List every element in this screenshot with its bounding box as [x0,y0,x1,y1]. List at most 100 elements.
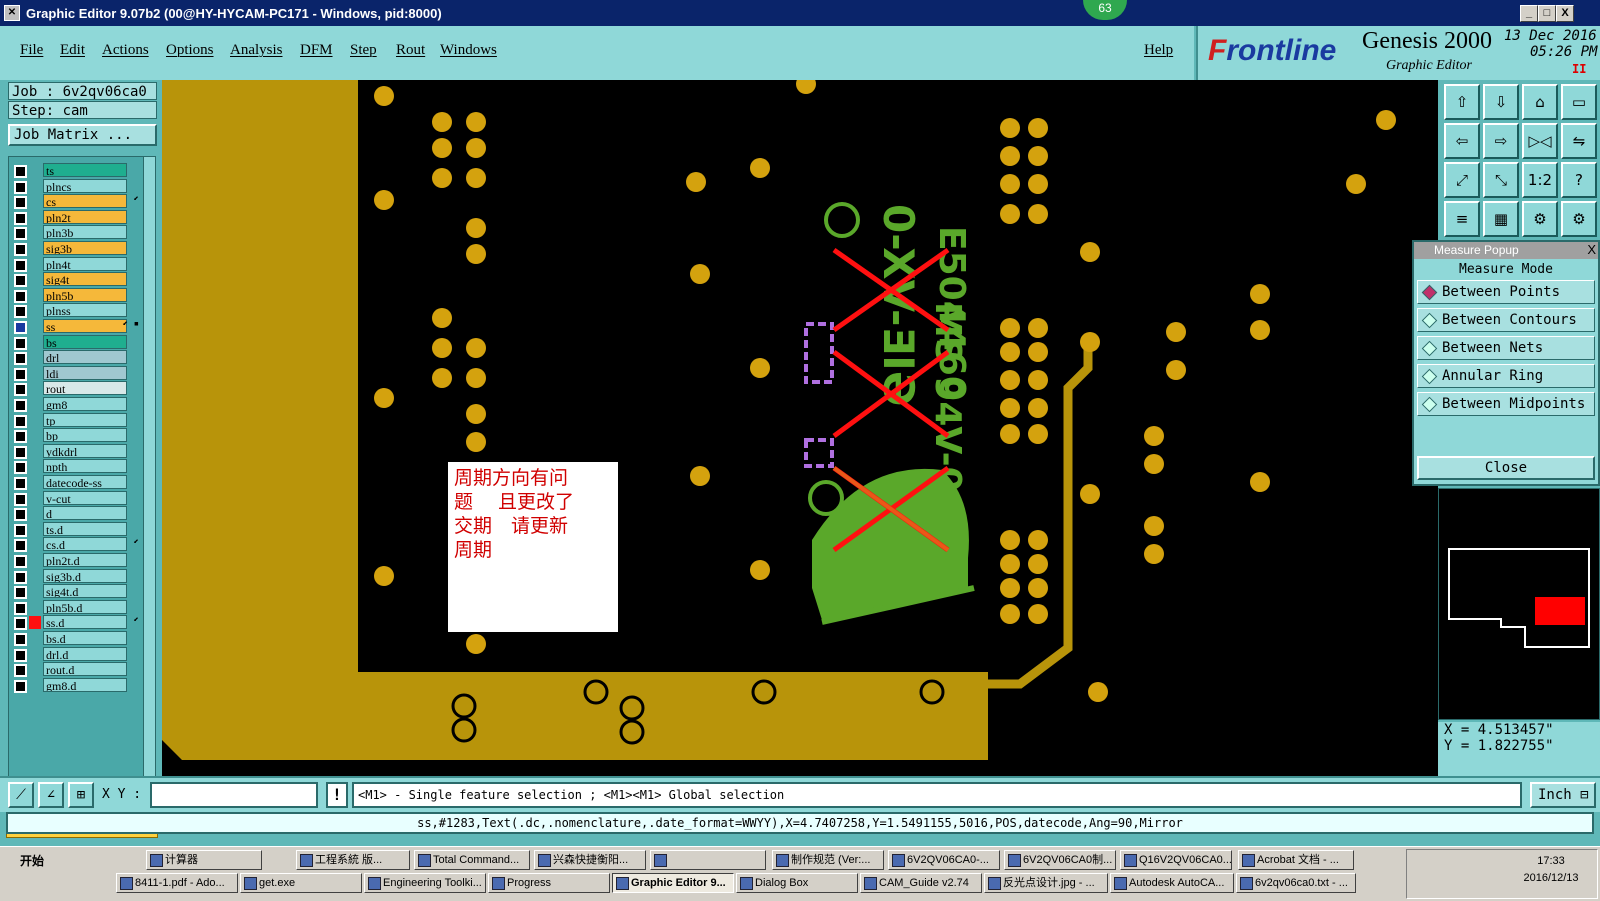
pan-left-icon[interactable]: ⇦ [1444,123,1480,159]
zoom-home-icon[interactable]: ⇧ [1444,84,1480,120]
menu-rout[interactable]: Rout [396,42,425,59]
layer-checkbox[interactable] [14,477,27,490]
layer-name[interactable]: gm8 [43,397,127,411]
layer-row-pln5b[interactable]: pln5b [9,287,143,303]
angle-icon[interactable]: ∠ [38,782,64,808]
grid-icon[interactable]: ⊞ [68,782,94,808]
close-button[interactable]: X [1556,5,1574,22]
layer-checkbox[interactable] [14,211,27,225]
layer-name[interactable]: drl.d [43,646,127,661]
menu-dfm[interactable]: DFM [300,42,333,59]
layer-checkbox[interactable] [14,461,27,475]
minimize-button[interactable]: _ [1520,5,1538,22]
taskbar-item[interactable]: Progress [488,873,610,893]
layer-name[interactable]: gm8.d [43,677,127,692]
layer-name[interactable]: ydkdrl [43,443,127,458]
layer-row-sig3b[interactable]: sig3b [9,241,143,256]
layer-row-v-cut[interactable]: v-cut [9,490,143,506]
layer-name[interactable]: ss.d [43,615,127,630]
layer-row-rout-d[interactable]: rout.d [9,662,143,678]
taskbar-item[interactable]: 兴森快捷衡阳... [534,850,646,870]
layer-name[interactable]: pln5b [43,287,127,302]
layer-checkbox[interactable] [14,430,27,444]
layer-checkbox[interactable] [14,570,27,584]
taskbar-item[interactable]: Acrobat 文档 - ... [1238,850,1354,870]
zoom-in-icon[interactable]: ⤢ [1444,162,1480,198]
layer-checkbox[interactable] [14,617,27,631]
layer-name[interactable]: sig3b.d [43,568,127,583]
taskbar-item[interactable]: 计算器 [146,850,262,870]
pause-icon[interactable]: II [1572,62,1586,76]
layer-row-cs[interactable]: cs ⬋ [9,194,143,210]
layer-row-bp[interactable]: bp [9,428,143,444]
layer-name[interactable]: cs [43,194,127,209]
layer-row-drl-d[interactable]: drl.d [9,646,143,662]
layer-checkbox[interactable] [14,445,27,459]
layer-name[interactable]: pln4t [43,256,127,271]
layer-name[interactable]: ss [43,319,127,333]
layer-name[interactable]: rout.d [43,662,127,677]
layer-checkbox[interactable] [14,492,27,506]
scale-icon[interactable]: 1:2 [1522,162,1558,198]
layer-checkbox[interactable] [14,165,27,178]
window-view-icon[interactable]: ▭ [1561,84,1597,120]
layer-checkbox[interactable] [14,336,27,350]
menu-step[interactable]: Step [350,42,377,59]
grid-tool-icon[interactable]: ▦ [1483,201,1519,237]
layer-checkbox[interactable] [14,648,27,662]
layer-row-bs-d[interactable]: bs.d [9,631,143,646]
layer-row-sig4t[interactable]: sig4t [9,272,143,288]
layer-name[interactable]: sig3b [43,241,127,255]
layer-name[interactable]: tp [43,412,127,427]
maximize-button[interactable]: □ [1538,5,1556,22]
menu-edit[interactable]: Edit [60,42,85,59]
layer-checkbox[interactable] [14,289,27,303]
layer-row-plnss[interactable]: plnss [9,303,143,319]
layer-row-datecode-ss[interactable]: datecode-ss [9,475,143,490]
layer-row-gm8[interactable]: gm8 [9,397,143,412]
layer-checkbox[interactable] [14,586,27,600]
zoom-save-icon[interactable]: ⇩ [1483,84,1519,120]
layer-row-ts[interactable]: ts [9,163,143,178]
layer-checkbox[interactable] [14,414,27,428]
layer-checkbox[interactable] [14,399,27,412]
layer-name[interactable]: plncs [43,178,127,193]
layer-checkbox[interactable] [14,523,27,537]
layer-row-sig4t-d[interactable]: sig4t.d [9,584,143,600]
snap-icon[interactable]: ⟋ [8,782,34,808]
net-tool-icon[interactable]: ⚙ [1522,201,1558,237]
layer-checkbox[interactable] [14,601,27,615]
taskbar-item[interactable]: Total Command... [414,850,530,870]
taskbar-item[interactable]: Dialog Box [736,873,858,893]
drc-tool-icon[interactable]: ⚙ [1561,201,1597,237]
layer-name[interactable]: drl [43,350,127,365]
menu-analysis[interactable]: Analysis [230,42,283,59]
layer-checkbox[interactable] [14,274,27,288]
layer-row-d[interactable]: d [9,506,143,522]
layer-name[interactable]: ts [43,163,127,177]
layer-name[interactable]: cs.d [43,537,127,552]
xy-input[interactable] [150,782,318,808]
layer-row-npth[interactable]: npth [9,459,143,475]
layer-checkbox[interactable] [14,633,27,646]
layer-name[interactable]: pln5b.d [43,599,127,614]
layer-name[interactable]: datecode-ss [43,475,127,489]
layer-checkbox[interactable] [14,383,27,397]
layer-checkbox[interactable] [14,664,27,678]
layer-row-rout[interactable]: rout [9,381,143,397]
taskbar-item[interactable]: 6V2QV06CA0-... [888,850,1000,870]
layer-scrollbar[interactable] [143,156,156,812]
layer-name[interactable]: pln2t.d [43,553,127,567]
layer-row-ldi[interactable]: ldi [9,365,143,381]
layer-checkbox[interactable] [14,508,27,522]
taskbar-item[interactable]: 6v2qv06ca0.txt - ... [1236,873,1356,893]
layer-name[interactable]: plnss [43,303,127,318]
measure-option-between-midpoints[interactable]: Between Midpoints [1417,392,1595,416]
clock[interactable]: 17:33 2016/12/13 [1516,853,1586,887]
layer-name[interactable]: pln3b [43,225,127,240]
layer-row-drl[interactable]: drl [9,350,143,366]
menu-options[interactable]: Options [166,42,214,59]
menu-help[interactable]: Help [1144,42,1173,59]
layer-row-ydkdrl[interactable]: ydkdrl [9,443,143,459]
taskbar-item[interactable]: Autodesk AutoCA... [1110,873,1234,893]
